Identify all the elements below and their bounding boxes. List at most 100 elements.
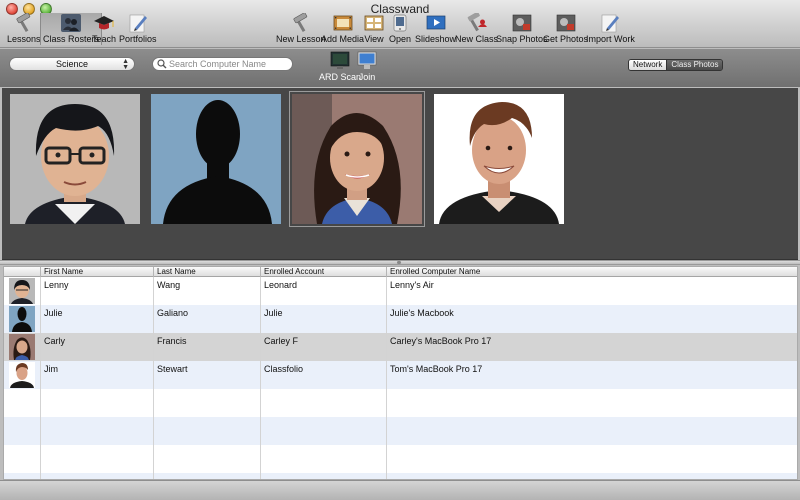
class-select-value: Science xyxy=(55,59,89,69)
cell-enrolled-computer: Julie's Macbook xyxy=(386,305,797,333)
student-photo-carly[interactable] xyxy=(289,91,425,227)
class-select[interactable]: Science ▲ ▼ xyxy=(9,57,135,71)
toggle-class-photos[interactable]: Class Photos xyxy=(666,60,723,70)
portrait-carly xyxy=(292,94,422,224)
avatar-jim xyxy=(9,362,35,388)
toolbar-open[interactable]: Open xyxy=(389,13,411,45)
toolbar-new-class[interactable]: New Class xyxy=(455,13,498,45)
pencil-icon xyxy=(127,13,149,33)
toolbar-label: Snap Photos xyxy=(496,34,548,44)
toolbar-add-media[interactable]: Add Media xyxy=(321,13,364,45)
avatar-lenny xyxy=(9,278,35,304)
divider-grip-icon xyxy=(397,261,401,264)
play-icon xyxy=(425,13,447,33)
cell-first-name: Carly xyxy=(40,333,153,361)
table-row[interactable]: Jim Stewart Classfolio Tom's MacBook Pro… xyxy=(4,361,797,389)
ard-scan-icon xyxy=(330,51,350,69)
empty-row xyxy=(4,417,797,445)
roster-table: First Name Last Name Enrolled Account En… xyxy=(3,266,798,480)
roster-controls: Science ▲ ▼ Search Computer Name ARD Scan… xyxy=(0,49,800,87)
toolbar-lessons[interactable]: Lessons xyxy=(7,13,41,45)
pencil-icon xyxy=(599,13,621,33)
cell-enrolled-account: Leonard xyxy=(260,277,386,305)
silhouette-placeholder xyxy=(151,94,281,224)
portrait-jim xyxy=(434,94,564,224)
avatar-julie xyxy=(9,306,35,332)
view-icon xyxy=(363,13,385,33)
cell-last-name: Francis xyxy=(153,333,260,361)
empty-row xyxy=(4,445,797,473)
new-class-icon xyxy=(466,13,488,33)
cell-last-name: Wang xyxy=(153,277,260,305)
view-toggle[interactable]: Network Class Photos xyxy=(628,59,724,71)
toolbar-get-photos[interactable]: Get Photos xyxy=(543,13,588,45)
toolbar-label: Class Rosters xyxy=(43,34,100,44)
open-icon xyxy=(389,13,411,33)
join-button[interactable]: Join xyxy=(356,51,378,82)
toggle-network[interactable]: Network xyxy=(629,60,667,70)
toolbar-new-lesson[interactable]: New Lesson xyxy=(276,13,326,45)
ard-scan-button[interactable]: ARD Scan xyxy=(319,51,361,82)
column-header-last-name[interactable]: Last Name xyxy=(153,267,260,277)
toolbar-label: Slideshow xyxy=(415,34,457,44)
toolbar-label: Get Photos xyxy=(543,34,589,44)
hammer-icon xyxy=(290,13,312,33)
cell-enrolled-computer: Carley's MacBook Pro 17 xyxy=(386,333,797,361)
toolbar-label: Open xyxy=(389,34,412,44)
toolbar-portfolios[interactable]: Portfolios xyxy=(119,13,157,45)
column-header-first-name[interactable]: First Name xyxy=(40,267,153,277)
cell-first-name: Lenny xyxy=(40,277,153,305)
film-icon xyxy=(332,13,354,33)
toolbar-import-work[interactable]: Import Work xyxy=(586,13,635,45)
search-icon xyxy=(157,59,167,69)
toolbar-label: Add Media xyxy=(321,34,365,44)
monitor-icon xyxy=(357,51,377,69)
column-header-enrolled-account[interactable]: Enrolled Account xyxy=(260,267,386,277)
table-header: First Name Last Name Enrolled Account En… xyxy=(4,267,797,277)
student-photo-silhouette[interactable] xyxy=(151,94,281,224)
cell-last-name: Stewart xyxy=(153,361,260,389)
window-toolbar: Classwand Lessons Class Rosters Teach Po… xyxy=(0,0,800,48)
join-label: Join xyxy=(358,72,376,82)
search-computer-input[interactable]: Search Computer Name xyxy=(152,57,293,71)
avatar-carly xyxy=(9,334,35,360)
cell-enrolled-account: Classfolio xyxy=(260,361,386,389)
portrait-lenny xyxy=(10,94,140,224)
toolbar-label: Teach xyxy=(92,34,117,44)
toolbar-snap-photos[interactable]: Snap Photos xyxy=(496,13,548,45)
toolbar-label: New Class xyxy=(455,34,499,44)
table-row[interactable]: Julie Galiano Julie Julie's Macbook xyxy=(4,305,797,333)
column-header-enrolled-computer[interactable]: Enrolled Computer Name xyxy=(386,267,797,277)
cell-enrolled-account: Carley F xyxy=(260,333,386,361)
people-icon xyxy=(60,13,82,33)
table-row[interactable]: Lenny Wang Leonard Lenny's Air xyxy=(4,277,797,305)
table-row-selected[interactable]: Carly Francis Carley F Carley's MacBook … xyxy=(4,333,797,361)
ard-scan-label: ARD Scan xyxy=(319,72,362,82)
toolbar-teach[interactable]: Teach xyxy=(92,13,116,45)
cell-last-name: Galiano xyxy=(153,305,260,333)
column-header-photo[interactable] xyxy=(4,267,40,277)
camera-icon xyxy=(511,13,533,33)
cell-first-name: Jim xyxy=(40,361,153,389)
bottom-bar xyxy=(0,480,800,500)
empty-row xyxy=(4,473,797,479)
mortarboard-icon xyxy=(93,13,115,33)
toolbar-label: New Lesson xyxy=(276,34,326,44)
toolbar-label: View xyxy=(364,34,384,44)
toolbar-label: Portfolios xyxy=(119,34,157,44)
student-photo-lenny[interactable] xyxy=(10,94,140,224)
toolbar-slideshow[interactable]: Slideshow xyxy=(415,13,456,45)
toolbar-label: Lessons xyxy=(7,34,41,44)
cell-enrolled-computer: Tom's MacBook Pro 17 xyxy=(386,361,797,389)
camera-icon xyxy=(555,13,577,33)
class-photos-panel xyxy=(2,88,798,260)
chevron-updown-icon: ▲ ▼ xyxy=(122,58,129,71)
cell-enrolled-account: Julie xyxy=(260,305,386,333)
toolbar-view[interactable]: View xyxy=(363,13,385,45)
hammer-icon xyxy=(13,13,35,33)
split-view-divider[interactable] xyxy=(0,260,800,265)
empty-row xyxy=(4,389,797,417)
student-photo-jim[interactable] xyxy=(434,94,564,224)
cell-enrolled-computer: Lenny's Air xyxy=(386,277,797,305)
toolbar-label: Import Work xyxy=(586,34,635,44)
